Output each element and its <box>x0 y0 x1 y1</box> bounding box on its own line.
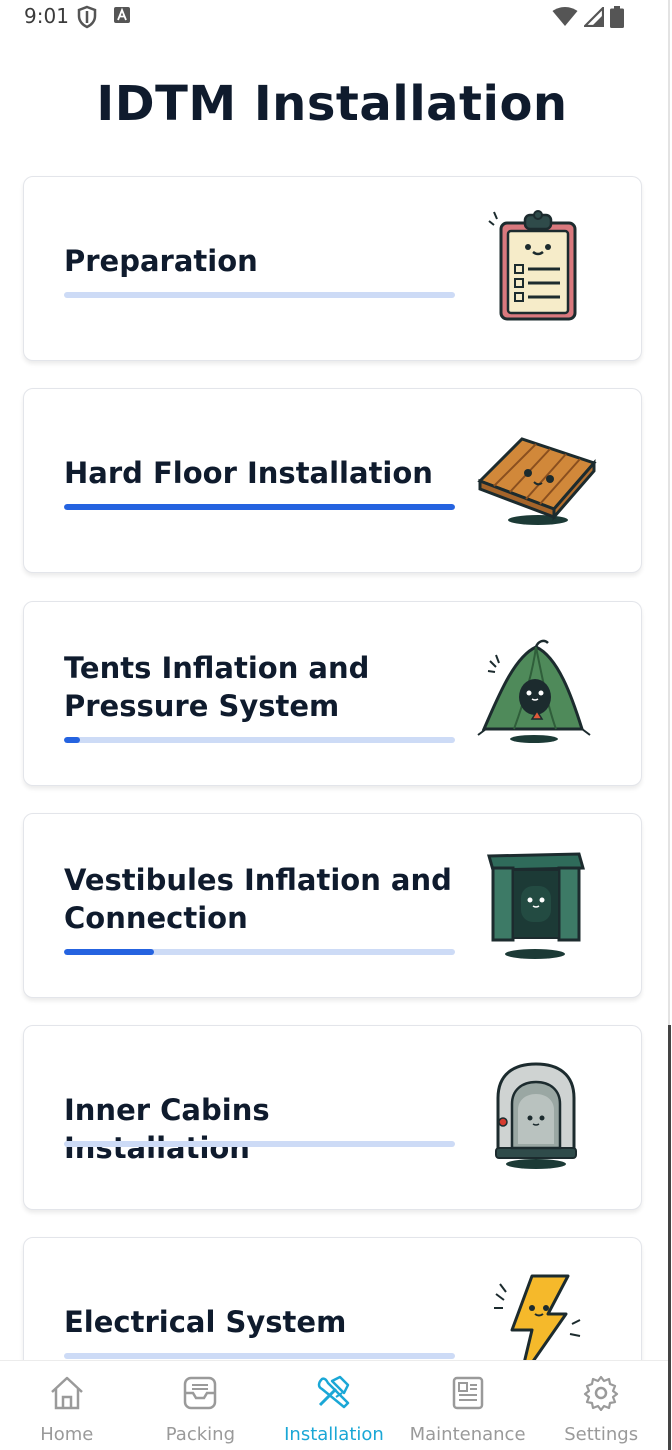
section-title: Preparation <box>64 244 258 278</box>
nav-label: Packing <box>165 1424 235 1445</box>
tools-icon <box>314 1375 354 1416</box>
section-title: Inner Cabins Installation <box>64 1093 270 1165</box>
progress-bar <box>64 504 455 510</box>
battery-icon <box>610 6 624 33</box>
section-card-vestibules[interactable]: Vestibules Inflation and Connection <box>23 813 642 998</box>
nav-home[interactable]: Home <box>0 1361 134 1450</box>
window-edge <box>668 0 672 1450</box>
clipboard-checklist-icon <box>471 202 601 332</box>
wifi-icon <box>552 7 578 32</box>
progress-bar <box>64 737 455 743</box>
home-icon <box>48 1375 86 1416</box>
keyboard-icon <box>114 7 130 28</box>
nav-settings[interactable]: Settings <box>534 1361 668 1450</box>
shield-icon <box>76 5 98 34</box>
nav-label: Installation <box>284 1424 384 1445</box>
document-icon <box>449 1375 487 1416</box>
wooden-floor-panel-icon <box>471 414 601 544</box>
section-card-preparation[interactable]: Preparation <box>23 176 642 361</box>
nav-label: Settings <box>564 1424 639 1445</box>
nav-label: Maintenance <box>409 1424 526 1445</box>
gear-icon <box>582 1375 620 1416</box>
status-time: 9:01 <box>24 4 69 28</box>
section-title: Tents Inflation and Pressure System <box>64 651 370 723</box>
page-title: IDTM Installation <box>96 76 568 132</box>
bottom-nav: Home Packing Installation Maintenance Se… <box>0 1360 668 1450</box>
vestibule-frame-icon <box>471 839 601 969</box>
section-title: Hard Floor Installation <box>64 456 433 490</box>
nav-label: Home <box>40 1424 94 1445</box>
nav-installation[interactable]: Installation <box>267 1361 401 1450</box>
status-bar: 9:01 <box>0 0 672 34</box>
progress-bar <box>64 1353 455 1359</box>
section-title: Vestibules Inflation and Connection <box>64 863 452 935</box>
nav-maintenance[interactable]: Maintenance <box>401 1361 535 1450</box>
section-title: Electrical System <box>64 1305 347 1339</box>
box-icon <box>181 1375 219 1416</box>
section-card-tents[interactable]: Tents Inflation and Pressure System <box>23 601 642 786</box>
section-card-hard-floor[interactable]: Hard Floor Installation <box>23 388 642 573</box>
progress-bar <box>64 949 455 955</box>
signal-icon <box>582 5 605 32</box>
progress-bar <box>64 292 455 298</box>
progress-bar <box>64 1141 455 1147</box>
nav-packing[interactable]: Packing <box>134 1361 268 1450</box>
green-tent-icon <box>471 627 601 757</box>
section-card-inner-cabins[interactable]: Inner Cabins Installation <box>23 1025 642 1210</box>
cabin-pod-icon <box>471 1051 601 1181</box>
